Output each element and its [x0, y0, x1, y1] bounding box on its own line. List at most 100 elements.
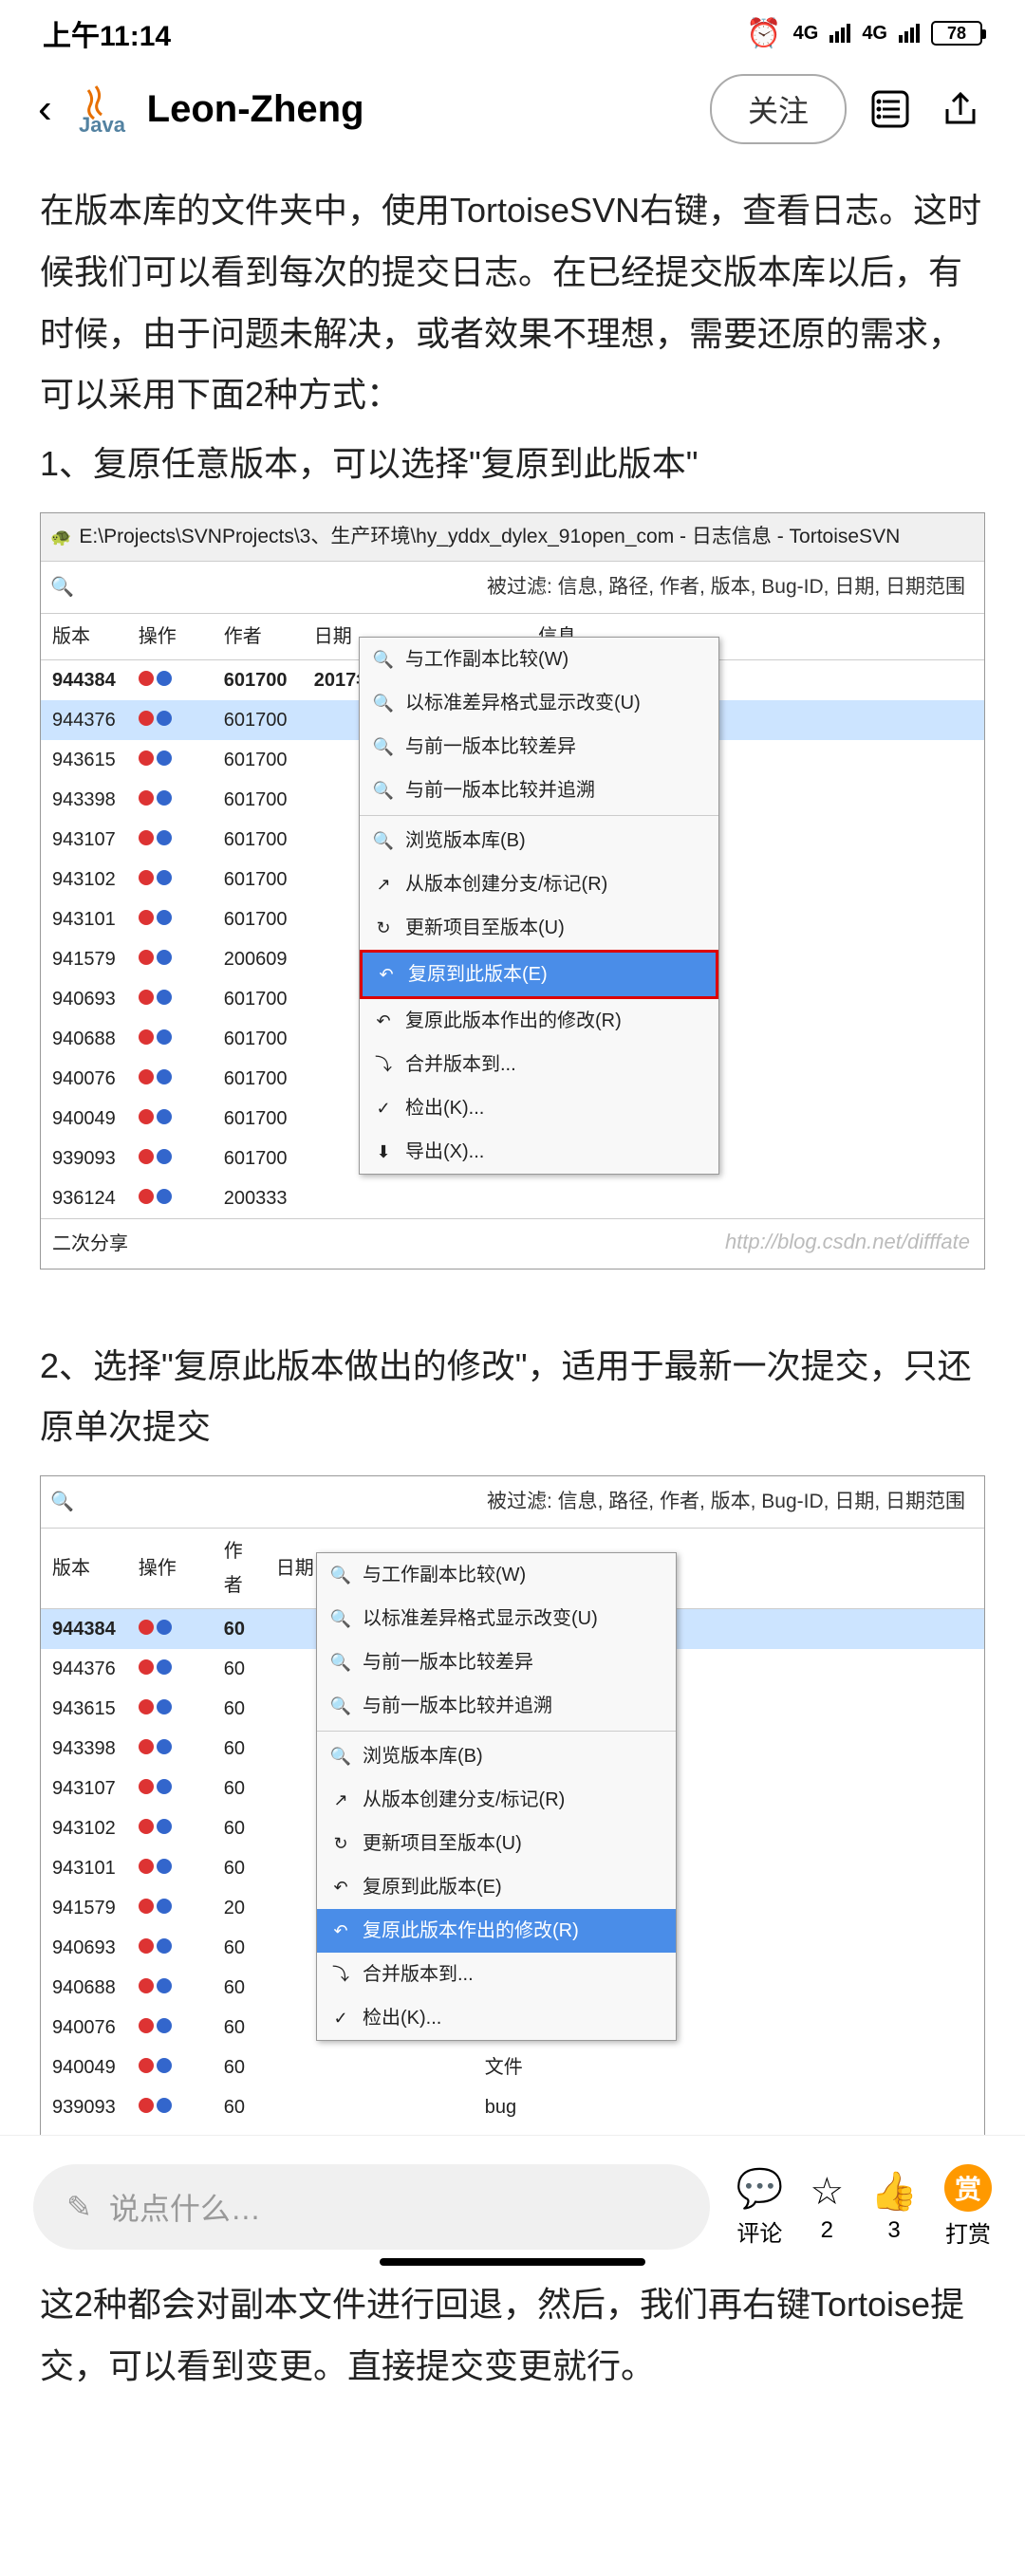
menu-item[interactable]: ↶复原到此版本(E): [317, 1865, 676, 1909]
menu-item-icon: ✓: [373, 1098, 394, 1119]
search-icon[interactable]: 🔍: [50, 570, 74, 604]
menu-item-icon: 🔍: [373, 780, 394, 801]
menu-item[interactable]: ↻更新项目至版本(U): [317, 1822, 676, 1865]
context-menu-1[interactable]: 🔍与工作副本比较(W)🔍以标准差异格式显示改变(U)🔍与前一版本比较差异🔍与前一…: [359, 637, 719, 1175]
menu-item[interactable]: ⤵ 合并版本到...: [317, 1953, 676, 1996]
menu-item[interactable]: ↗ 从版本创建分支/标记(R): [360, 862, 718, 906]
filter-text: 被过滤: 信息, 路径, 作者, 版本, Bug-ID, 日期, 日期范围: [84, 569, 975, 605]
paragraph-2: 1、复原任意版本，可以选择"复原到此版本": [40, 434, 985, 495]
paragraph-4: 这2种都会对副本文件进行回退，然后，我们再右键Tortoise提交，可以看到变更…: [40, 2274, 985, 2398]
menu-item-icon: ↶: [330, 1920, 351, 1941]
menu-item[interactable]: ↶复原此版本作出的修改(R): [360, 999, 718, 1043]
menu-item[interactable]: 🔍与工作副本比较(W): [317, 1553, 676, 1597]
context-menu-2[interactable]: 🔍与工作副本比较(W)🔍以标准差异格式显示改变(U)🔍与前一版本比较差异🔍与前一…: [316, 1552, 677, 2041]
share-icon[interactable]: [934, 83, 987, 136]
signal-icon: [829, 24, 850, 43]
menu-item[interactable]: ✓ 检出(K)...: [317, 1996, 676, 2040]
menu-item-label: 合并版本到...: [363, 1957, 474, 1992]
thumbs-up-icon: 👍: [870, 2169, 918, 2214]
table-row[interactable]: 936124200333: [41, 1178, 984, 1218]
menu-item[interactable]: 🔍浏览版本库(B): [360, 819, 718, 862]
menu-item-label: 与工作副本比较(W): [363, 1558, 526, 1592]
menu-item-label: 检出(K)...: [405, 1091, 484, 1125]
menu-item[interactable]: ↗从版本创建分支/标记(R): [317, 1778, 676, 1822]
menu-item-label: 复原此版本作出的修改(R): [405, 1004, 622, 1038]
menu-item[interactable]: 🔍以标准差异格式显示改变(U): [317, 1597, 676, 1640]
comment-button[interactable]: 💬 评论: [736, 2166, 784, 2248]
menu-item-icon: 🔍: [373, 693, 394, 713]
col-version[interactable]: 版本: [41, 1529, 127, 1609]
menu-item[interactable]: ↶ 复原到此版本(E): [360, 950, 718, 999]
menu-item-label: 复原到此版本(E): [408, 957, 548, 991]
menu-item[interactable]: 🔍与工作副本比较(W): [360, 638, 718, 681]
status-bar: 上午11:14 ⏰ 4G 4G 78: [0, 0, 1025, 66]
col-operation[interactable]: 操作: [127, 1529, 213, 1609]
menu-item-icon: ↻: [373, 917, 394, 938]
paragraph-3: 2、选择"复原此版本做出的修改"，适用于最新一次提交，只还原单次提交: [40, 1336, 985, 1459]
menu-item-label: 导出(X)...: [405, 1135, 484, 1169]
filter-text: 被过滤: 信息, 路径, 作者, 版本, Bug-ID, 日期, 日期范围: [84, 1484, 975, 1520]
menu-item-label: 复原此版本作出的修改(R): [363, 1914, 579, 1948]
menu-item-label: 浏览版本库(B): [405, 824, 526, 858]
svn-log-window-2: 🔍 被过滤: 信息, 路径, 作者, 版本, Bug-ID, 日期, 日期范围 …: [40, 1475, 985, 2208]
signal-icon-2: [899, 24, 920, 43]
author-name[interactable]: Leon-Zheng: [147, 88, 693, 131]
menu-item-icon: ✓: [330, 2008, 351, 2029]
menu-item-icon: 🔍: [373, 649, 394, 670]
signal-label-2: 4G: [862, 23, 887, 45]
back-icon[interactable]: ‹: [38, 85, 52, 133]
menu-item[interactable]: 🔍与前一版本比较并追溯: [360, 769, 718, 812]
menu-item-icon: ⤵: [330, 1964, 351, 1985]
menu-item-icon: 🔍: [373, 736, 394, 757]
menu-item[interactable]: ⬇ 导出(X)...: [360, 1130, 718, 1174]
bottom-bar: ✎ 说点什么… 💬 评论 ☆ 2 👍 3 赏 打赏: [0, 2135, 1025, 2277]
menu-item[interactable]: ↶ 复原此版本作出的修改(R): [317, 1909, 676, 1953]
comment-input[interactable]: ✎ 说点什么…: [33, 2164, 710, 2250]
col-author[interactable]: 作者: [213, 614, 303, 660]
list-icon[interactable]: [864, 83, 917, 136]
menu-item-label: 从版本创建分支/标记(R): [405, 867, 607, 901]
follow-button[interactable]: 关注: [710, 74, 847, 144]
col-author[interactable]: 作者: [213, 1529, 265, 1609]
col-version[interactable]: 版本: [41, 614, 127, 660]
java-logo-icon[interactable]: Java: [69, 79, 130, 139]
search-icon[interactable]: 🔍: [50, 1485, 74, 1519]
menu-item[interactable]: 🔍与前一版本比较并追溯: [317, 1684, 676, 1728]
filter-bar: 🔍 被过滤: 信息, 路径, 作者, 版本, Bug-ID, 日期, 日期范围: [41, 562, 984, 614]
table-row[interactable]: 93909360bug: [41, 2087, 984, 2127]
menu-item-icon: 🔍: [330, 1696, 351, 1716]
menu-item-label: 以标准差异格式显示改变(U): [405, 686, 641, 720]
bookmark-button[interactable]: ☆ 2: [810, 2170, 844, 2244]
menu-item-label: 合并版本到...: [405, 1047, 516, 1082]
col-operation[interactable]: 操作: [127, 614, 213, 660]
menu-item-icon: ↶: [376, 964, 397, 985]
paragraph-1: 在版本库的文件夹中，使用TortoiseSVN右键，查看日志。这时候我们可以看到…: [40, 180, 985, 426]
menu-item-label: 检出(K)...: [363, 2001, 441, 2035]
like-button[interactable]: 👍 3: [870, 2169, 918, 2244]
menu-item[interactable]: ⤵合并版本到...: [360, 1043, 718, 1086]
menu-item-icon: ⬇: [373, 1141, 394, 1162]
menu-item[interactable]: 🔍浏览版本库(B): [317, 1734, 676, 1778]
svn-window-title: 🐢 E:\Projects\SVNProjects\3、生产环境\hy_yddx…: [41, 513, 984, 562]
comment-placeholder: 说点什么…: [109, 2185, 261, 2229]
menu-item[interactable]: ↻ 更新项目至版本(U): [360, 906, 718, 950]
status-right: ⏰ 4G 4G 78: [746, 17, 982, 50]
menu-item-label: 更新项目至版本(U): [405, 911, 565, 945]
reward-button[interactable]: 赏 打赏: [944, 2164, 992, 2249]
app-header: ‹ Java Leon-Zheng 关注: [0, 66, 1025, 152]
home-indicator[interactable]: [380, 2258, 645, 2266]
star-icon: ☆: [810, 2170, 844, 2214]
table-row[interactable]: 94004960文件: [41, 2048, 984, 2087]
menu-item-icon: 🔍: [330, 1746, 351, 1767]
menu-item-icon: ↻: [330, 1833, 351, 1854]
menu-item[interactable]: 🔍与前一版本比较差异: [317, 1640, 676, 1684]
comment-icon: 💬: [736, 2166, 784, 2211]
svn-log-window-1: 🐢 E:\Projects\SVNProjects\3、生产环境\hy_yddx…: [40, 512, 985, 1269]
menu-item-icon: 🔍: [330, 1608, 351, 1629]
menu-item[interactable]: ✓ 检出(K)...: [360, 1086, 718, 1130]
menu-item-icon: ↗: [373, 874, 394, 895]
status-time: 上午11:14: [43, 12, 171, 54]
menu-item[interactable]: 🔍与前一版本比较差异: [360, 725, 718, 769]
menu-item[interactable]: 🔍 以标准差异格式显示改变(U): [360, 681, 718, 725]
svg-text:Java: Java: [79, 113, 126, 137]
